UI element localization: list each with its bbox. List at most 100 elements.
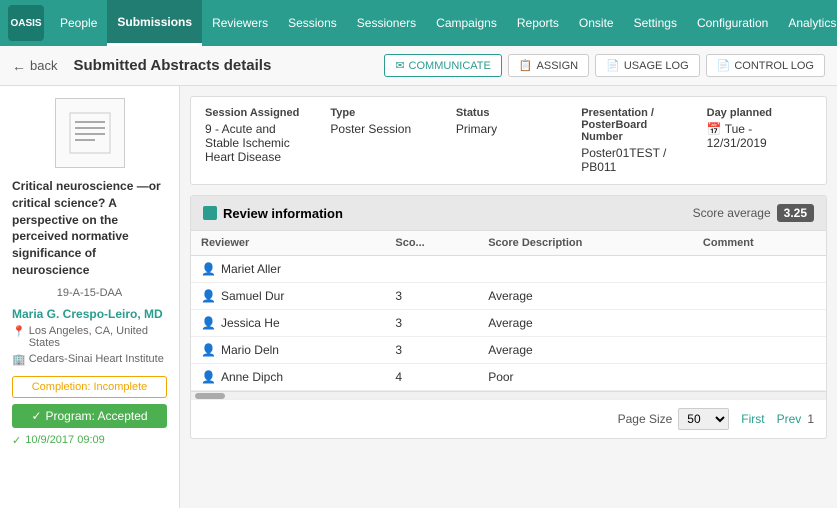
description-cell [478,256,693,283]
status-group: Status Primary [456,107,561,136]
user-icon: 👤 [201,262,216,276]
author-institution: 🏢 Cedars-Sinai Heart Institute [12,353,167,366]
table-row: 👤 Anne Dipch 4 Poor [191,364,826,391]
score-cell: 3 [385,310,478,337]
description-cell: Average [478,283,693,310]
description-cell: Average [478,337,693,364]
nav-people[interactable]: People [50,0,107,46]
abstract-title: Critical neuroscience —or critical scien… [12,178,167,279]
nav-submissions[interactable]: Submissions [107,0,202,46]
score-cell: 3 [385,283,478,310]
score-cell [385,256,478,283]
day-planned-group: Day planned 📅 Tue - 12/31/2019 [707,107,812,150]
presentation-value: Poster01TEST / PB011 [581,146,686,174]
day-planned-label: Day planned [707,107,812,119]
communicate-button[interactable]: ✉ COMMUNICATE [384,54,502,77]
program-badge: ✓ Program: Accepted [12,404,167,428]
session-assigned-value: 9 - Acute and Stable Ischemic Heart Dise… [205,122,310,164]
user-icon: 👤 [201,370,216,384]
review-table: Reviewer Sco... Score Description Commen… [191,231,826,391]
table-row: 👤 Samuel Dur 3 Average [191,283,826,310]
status-label: Status [456,107,561,119]
author-name[interactable]: Maria G. Crespo-Leiro, MD [12,307,167,321]
session-assigned-label: Session Assigned [205,107,310,119]
top-navigation: OASIS People Submissions Reviewers Sessi… [0,0,837,46]
right-panel: Session Assigned 9 - Acute and Stable Is… [180,86,837,508]
col-score: Sco... [385,231,478,256]
back-button[interactable]: ← back [12,58,57,74]
main-layout: Critical neuroscience —or critical scien… [0,86,837,508]
nav-settings[interactable]: Settings [624,0,687,46]
presentation-group: Presentation / PosterBoard Number Poster… [581,107,686,174]
pagination-bar: Page Size 50 25 100 First Prev 1 [191,399,826,438]
author-location: 📍 Los Angeles, CA, United States [12,325,167,349]
reviewer-cell: 👤 Mario Deln [191,337,385,364]
completion-badge: Completion: Incomplete [12,376,167,398]
review-header: Review information Score average 3.25 [191,196,826,231]
presentation-label: Presentation / PosterBoard Number [581,107,686,143]
col-comment: Comment [693,231,826,256]
page-size-label: Page Size [618,412,673,426]
scroll-thumb [195,393,225,399]
comment-cell [693,337,826,364]
calendar-icon: 📅 [707,122,725,136]
prev-page-button[interactable]: Prev [771,410,808,428]
reviewer-cell: 👤 Anne Dipch [191,364,385,391]
nav-reports[interactable]: Reports [507,0,569,46]
type-label: Type [330,107,435,119]
nav-sessions[interactable]: Sessions [278,0,347,46]
col-description: Score Description [478,231,693,256]
action-bar: ← back Submitted Abstracts details ✉ COM… [0,46,837,86]
assign-icon: 📋 [519,59,533,72]
table-row: 👤 Mariet Aller [191,256,826,283]
review-title-group: Review information [203,206,343,221]
page-size-select[interactable]: 50 25 100 [678,408,729,430]
logo: OASIS [8,5,44,41]
first-page-button[interactable]: First [735,410,770,428]
nav-onsite[interactable]: Onsite [569,0,624,46]
check-icon: ✓ [31,409,41,423]
reviewer-cell: 👤 Mariet Aller [191,256,385,283]
description-cell: Poor [478,364,693,391]
review-checkbox-icon [203,206,217,220]
day-planned-value: 📅 Tue - 12/31/2019 [707,122,812,150]
type-group: Type Poster Session [330,107,435,136]
score-cell: 3 [385,337,478,364]
page-title: Submitted Abstracts details [73,57,378,74]
comment-cell [693,283,826,310]
nav-analytics[interactable]: Analytics [778,0,837,46]
nav-reviewers[interactable]: Reviewers [202,0,278,46]
usage-log-icon: 📄 [606,59,620,72]
left-panel: Critical neuroscience —or critical scien… [0,86,180,508]
info-row: Session Assigned 9 - Acute and Stable Is… [190,96,827,185]
review-section: Review information Score average 3.25 Re… [190,195,827,439]
session-assigned-group: Session Assigned 9 - Acute and Stable Is… [205,107,310,164]
horizontal-scroll-bar[interactable] [191,391,826,399]
col-reviewer: Reviewer [191,231,385,256]
user-icon: 👤 [201,343,216,357]
description-cell: Average [478,310,693,337]
score-average-group: Score average 3.25 [693,204,814,222]
nav-sessioners[interactable]: Sessioners [347,0,426,46]
score-avg-badge: 3.25 [777,204,814,222]
reviewer-cell: 👤 Jessica He [191,310,385,337]
control-log-button[interactable]: 📄 CONTROL LOG [706,54,825,77]
review-title: Review information [223,206,343,221]
table-row: 👤 Mario Deln 3 Average [191,337,826,364]
usage-log-button[interactable]: 📄 USAGE LOG [595,54,700,77]
back-label: back [30,58,57,73]
score-cell: 4 [385,364,478,391]
score-avg-label: Score average [693,206,771,220]
type-value: Poster Session [330,122,435,136]
abstract-id: 19-A-15-DAA [12,287,167,299]
status-value: Primary [456,122,561,136]
comment-cell [693,256,826,283]
communicate-icon: ✉ [395,59,404,72]
nav-campaigns[interactable]: Campaigns [426,0,507,46]
table-row: 👤 Jessica He 3 Average [191,310,826,337]
comment-cell [693,310,826,337]
building-icon: 🏢 [12,353,26,366]
assign-button[interactable]: 📋 ASSIGN [508,54,589,77]
nav-configuration[interactable]: Configuration [687,0,778,46]
control-log-icon: 📄 [717,59,731,72]
